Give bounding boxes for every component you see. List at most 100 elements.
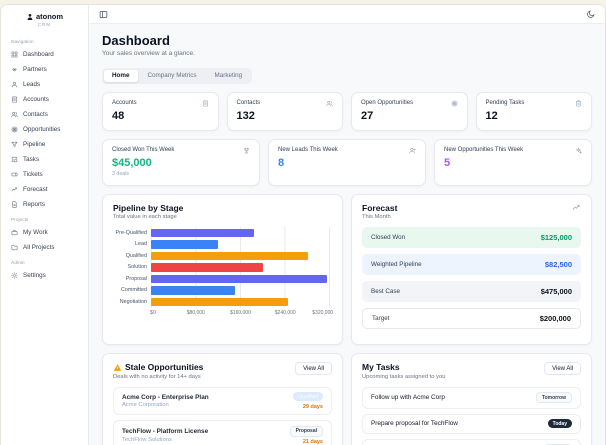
sidebar-item-label: Tickets [23, 171, 43, 178]
chart-bar-row-solution: Solution [113, 262, 332, 274]
stale-days: 29 days [302, 403, 323, 410]
partners-icon [11, 66, 18, 73]
chart-x-tick: $320,000 [312, 309, 334, 316]
sidebar-item-tasks[interactable]: Tasks [1, 152, 88, 167]
tab-marketing[interactable]: Marketing [207, 70, 251, 82]
sparkles-icon [575, 147, 582, 154]
sidebar-item-accounts[interactable]: Accounts [1, 92, 88, 107]
charts-row: Pipeline by Stage Total value in each st… [102, 193, 592, 345]
chart-bar [151, 263, 263, 272]
tasks-view-all-button[interactable]: View All [544, 362, 581, 375]
stat-label: Pending Tasks [485, 99, 525, 106]
stale-view-all-button[interactable]: View All [295, 362, 332, 375]
chart-x-tick: $160,000 [230, 309, 251, 316]
tab-bar: Home Company Metrics Marketing [102, 67, 253, 84]
trending-up-icon [572, 203, 581, 212]
sidebar-item-opportunities[interactable]: Opportunities [1, 122, 88, 137]
sidebar-item-label: Pipeline [23, 141, 46, 148]
stale-items: Acme Corp - Enterprise Plan Acme Corporat… [113, 386, 332, 445]
chart-category-label: Committed [120, 287, 147, 294]
leads-icon [11, 81, 18, 88]
pipeline-panel-title: Pipeline by Stage [113, 202, 184, 213]
my-work-icon [11, 229, 18, 236]
sidebar-item-all-projects[interactable]: All Projects [1, 240, 88, 255]
sidebar-item-contacts[interactable]: Contacts [1, 107, 88, 122]
forecast-row-label: Target [372, 315, 390, 322]
app-window: atonom CRM Navigation Dashboard Partners Le… [1, 5, 605, 445]
stat-subtext: 3 deals [112, 170, 130, 177]
alert-triangle-icon [113, 363, 122, 372]
forecast-row-best-case: Best Case $475,000 [362, 281, 581, 302]
sidebar-item-settings[interactable]: Settings [1, 268, 88, 283]
sidebar-item-pipeline[interactable]: Pipeline [1, 137, 88, 152]
sidebar-item-label: My Work [23, 229, 48, 236]
chart-x-tick: $240,000 [274, 309, 296, 316]
opportunity-name: TechFlow - Platform License [122, 428, 209, 435]
forecast-row-closed-won: Closed Won $125,000 [362, 227, 581, 248]
sidebar-item-label: All Projects [23, 244, 55, 251]
stage-badge: Qualified [293, 392, 323, 401]
app-logo: atonom CRM [1, 12, 88, 27]
stat-card-new-leads-this-week: New Leads This Week 8 [268, 138, 426, 186]
chart-bar-row-lead: Lead [113, 239, 332, 251]
sidebar: atonom CRM Navigation Dashboard Partners Le… [1, 5, 89, 445]
chart-category-label: Lead [135, 241, 147, 248]
task-row[interactable]: Schedule demo with Horizon LabsFeb 25 [362, 438, 581, 445]
sidebar-item-my-work[interactable]: My Work [1, 225, 88, 240]
forecast-panel-subtitle: This Month [362, 214, 391, 220]
chart-bar-row-qualified: Qualified [113, 250, 332, 262]
stale-days: 21 days [302, 439, 323, 445]
stage-badge: Proposal [289, 425, 323, 437]
sidebar-item-label: Contacts [23, 111, 48, 118]
stale-opportunity-row[interactable]: Acme Corp - Enterprise Plan Acme Corporat… [113, 386, 332, 415]
sidebar-toggle-icon[interactable] [99, 10, 108, 19]
opportunity-name: Acme Corp - Enterprise Plan [122, 393, 209, 401]
target-icon [451, 100, 458, 107]
nav-section-label: Projects [11, 218, 29, 223]
reports-icon [11, 201, 18, 208]
sidebar-item-partners[interactable]: Partners [1, 62, 88, 77]
users-icon [326, 100, 333, 107]
forecast-row-label: Best Case [371, 288, 401, 295]
sidebar-item-label: Leads [23, 81, 41, 88]
dark-mode-toggle-icon[interactable] [586, 10, 595, 19]
stale-opportunities-panel: Stale Opportunities Deals with no activi… [102, 353, 343, 445]
stat-card-closed-won-this-week: Closed Won This Week $45,000 3 deals [102, 138, 260, 186]
sidebar-item-label: Reports [23, 201, 46, 208]
logo-icon [26, 13, 34, 21]
sidebar-item-tickets[interactable]: Tickets [1, 167, 88, 182]
forecast-row-label: Weighted Pipeline [371, 261, 422, 268]
chart-bar [151, 251, 308, 260]
tab-company-metrics[interactable]: Company Metrics [140, 70, 205, 82]
chart-category-label: Qualified [125, 252, 147, 259]
forecast-icon [11, 186, 18, 193]
stat-card-accounts: Accounts 48 [102, 91, 219, 131]
sidebar-item-dashboard[interactable]: Dashboard [1, 47, 88, 62]
chart-x-tick: $80,000 [186, 309, 205, 316]
sidebar-item-forecast[interactable]: Forecast [1, 182, 88, 197]
task-row[interactable]: Prepare proposal for TechFlow Today [362, 413, 581, 434]
stale-panel-subtitle: Deals with no activity for 14+ days [113, 373, 201, 380]
stat-value: 132 [236, 109, 255, 122]
stat-label: Closed Won This Week [112, 146, 175, 153]
nav-section-label: Navigation [11, 40, 34, 45]
sidebar-item-label: Forecast [23, 186, 48, 193]
task-due-badge: Tomorrow [535, 392, 572, 403]
sidebar-item-leads[interactable]: Leads [1, 77, 88, 92]
stats-row: Accounts 48 Contacts 132 Open Opportunities 2… [102, 91, 592, 131]
forecast-row-value: $475,000 [540, 287, 572, 296]
stat-card-open-opportunities: Open Opportunities 27 [351, 91, 468, 131]
sidebar-item-label: Partners [23, 66, 47, 73]
task-row[interactable]: Follow up with Acme Corp Tomorrow [362, 386, 581, 409]
chart-category-label: Pre-Qualified [115, 229, 147, 236]
stat-card-new-opportunities-this-week: New Opportunities This Week 5 [434, 138, 592, 186]
chart-bar-row-proposal: Proposal [113, 273, 332, 285]
task-name: Follow up with Acme Corp [371, 394, 445, 401]
tasks-icon [11, 156, 18, 163]
stale-opportunity-row[interactable]: TechFlow - Platform License TechFlow Solu… [113, 420, 332, 445]
trophy-icon [243, 147, 250, 154]
tab-home[interactable]: Home [104, 69, 138, 82]
sidebar-item-reports[interactable]: Reports [1, 197, 88, 212]
page-title: Dashboard [102, 33, 170, 48]
forecast-panel: Forecast This Month Closed Won $125,000 We… [351, 193, 592, 345]
